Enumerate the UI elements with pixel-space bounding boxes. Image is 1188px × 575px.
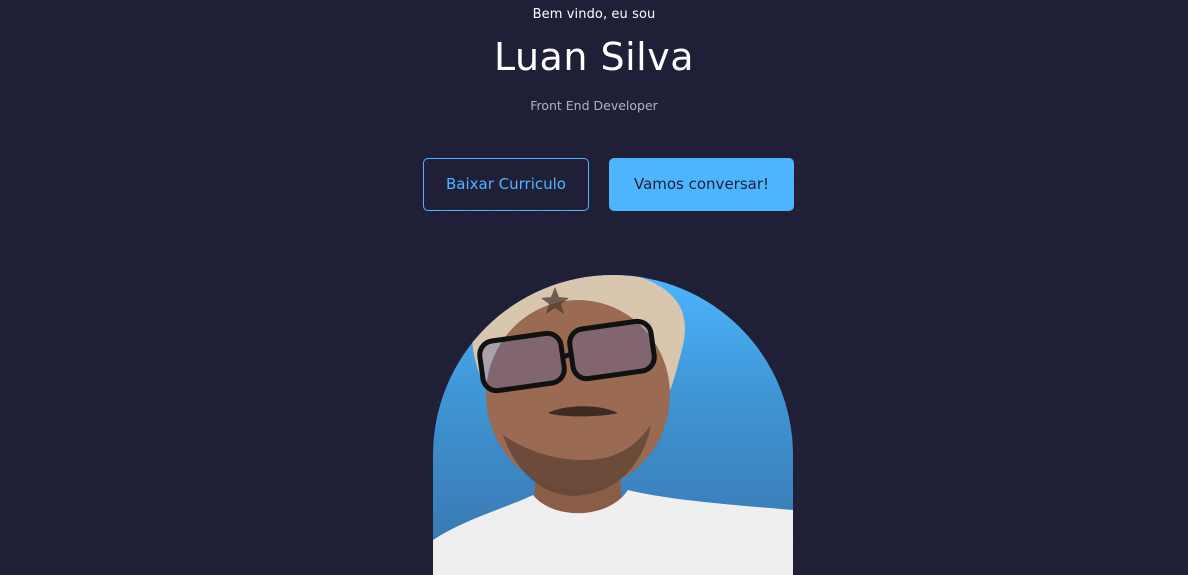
contact-button[interactable]: Vamos conversar! — [609, 158, 794, 211]
greeting-text: Bem vindo, eu sou — [532, 7, 656, 22]
profile-name: Luan Silva — [493, 35, 695, 79]
profile-portrait-illustration — [433, 275, 793, 575]
cta-buttons: Baixar Curriculo Vamos conversar! — [0, 158, 1188, 211]
download-cv-button[interactable]: Baixar Curriculo — [423, 158, 589, 211]
profile-role: Front End Developer — [530, 98, 658, 113]
hero-section: Bem vindo, eu sou Luan Silva Front End D… — [0, 0, 1188, 575]
profile-photo — [433, 275, 793, 575]
